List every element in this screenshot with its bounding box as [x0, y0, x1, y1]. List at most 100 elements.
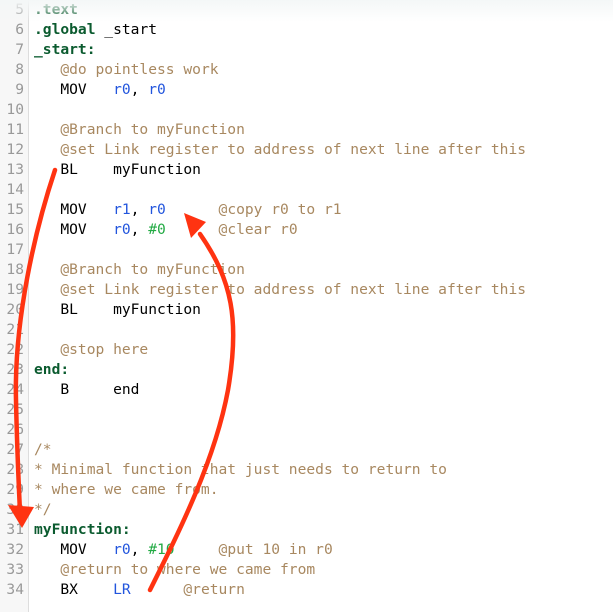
code-line[interactable]: 5 .text — [0, 0, 613, 20]
code-line[interactable]: 9 MOV r0, r0 — [0, 80, 613, 100]
code-line[interactable]: 31 myFunction: — [0, 520, 613, 540]
code-line[interactable]: 18 @Branch to myFunction — [0, 260, 613, 280]
line-number: 6 — [15, 21, 24, 38]
line-code: .text — [34, 0, 78, 20]
code-line[interactable]: 22 @stop here — [0, 340, 613, 360]
comment: @Branch to myFunction — [60, 121, 245, 138]
code-editor[interactable]: 5 .text 6 .global _start 7 _start: 8 @do point… — [0, 0, 613, 612]
line-code: @do pointless work — [34, 60, 219, 80]
comment: * Minimal function that just needs to re… — [34, 461, 447, 478]
line-number: 32 — [6, 541, 24, 558]
line-number: 31 — [6, 521, 24, 538]
line-number: 10 — [6, 101, 24, 118]
comment: @Branch to myFunction — [60, 261, 245, 278]
line-number: 28 — [6, 461, 24, 478]
immediate: #10 — [148, 541, 175, 558]
code-line[interactable]: 28 * Minimal function that just needs to … — [0, 460, 613, 480]
line-number: 33 — [6, 561, 24, 578]
line-number: 23 — [6, 361, 24, 378]
code-token: MOV — [34, 541, 114, 558]
code-token: MOV — [34, 81, 114, 98]
code-line[interactable]: 30 */ — [0, 500, 613, 520]
code-line[interactable]: 8 @do pointless work — [0, 60, 613, 80]
line-code: myFunction: — [34, 520, 131, 540]
line-code: MOV r0, r0 — [34, 80, 166, 100]
line-code: @set Link register to address of next li… — [34, 280, 526, 300]
line-number: 30 — [6, 501, 24, 518]
line-code: @Branch to myFunction — [34, 120, 245, 140]
code-line[interactable]: 34 BX LR @return — [0, 580, 613, 600]
line-code: @Branch to myFunction — [34, 260, 245, 280]
line-number: 17 — [6, 241, 24, 258]
code-line[interactable]: 6 .global _start — [0, 20, 613, 40]
line-number: 11 — [6, 121, 24, 138]
comment: @set Link register to address of next li… — [60, 141, 527, 158]
code-line[interactable]: 17 — [0, 240, 613, 260]
code-line[interactable]: 29 * where we came from. — [0, 480, 613, 500]
code-line[interactable]: 32 MOV r0, #10 @put 10 in r0 — [0, 540, 613, 560]
line-number: 7 — [15, 41, 24, 58]
code-line[interactable]: 33 @return to where we came from — [0, 560, 613, 580]
line-number: 34 — [6, 581, 24, 598]
code-token: B end — [34, 381, 140, 398]
code-line[interactable]: 11 @Branch to myFunction — [0, 120, 613, 140]
code-line[interactable]: 10 — [0, 100, 613, 120]
line-number: 5 — [15, 1, 24, 18]
code-token: , — [130, 541, 149, 558]
line-code: MOV r0, #10 @put 10 in r0 — [34, 540, 333, 560]
code-token: , — [130, 81, 149, 98]
code-line[interactable]: 21 — [0, 320, 613, 340]
line-code: .global _start — [34, 20, 157, 40]
line-number: 9 — [15, 81, 24, 98]
line-number: 15 — [6, 201, 24, 218]
comment: /* — [34, 441, 52, 458]
line-number: 12 — [6, 141, 24, 158]
comment: @stop here — [60, 341, 149, 358]
code-token: , — [130, 221, 149, 238]
line-number: 20 — [6, 301, 24, 318]
comment: @return to where we came from — [60, 561, 316, 578]
comment: @set Link register to address of next li… — [60, 281, 527, 298]
code-token: BX — [34, 581, 114, 598]
label: _start: — [34, 41, 96, 58]
code-line[interactable]: 14 — [0, 180, 613, 200]
code-line[interactable]: 13 BL myFunction — [0, 160, 613, 180]
line-number: 13 — [6, 161, 24, 178]
line-number: 19 — [6, 281, 24, 298]
code-line[interactable]: 7 _start: — [0, 40, 613, 60]
register: r0 — [113, 81, 131, 98]
line-code: _start: — [34, 40, 96, 60]
line-number: 29 — [6, 481, 24, 498]
comment: @do pointless work — [60, 61, 219, 78]
code-line[interactable]: 15 MOV r1, r0 @copy r0 to r1 — [0, 200, 613, 220]
code-line[interactable]: 23 end: — [0, 360, 613, 380]
code-token: MOV — [34, 201, 114, 218]
line-number: 16 — [6, 221, 24, 238]
code-line[interactable]: 16 MOV r0, #0 @clear r0 — [0, 220, 613, 240]
comment: @put 10 in r0 — [218, 541, 333, 558]
comment: */ — [34, 501, 52, 518]
register: r0 — [148, 81, 166, 98]
line-number: 18 — [6, 261, 24, 278]
comment: @copy r0 to r1 — [218, 201, 342, 218]
register: r1 — [113, 201, 131, 218]
line-code: MOV r1, r0 @copy r0 to r1 — [34, 200, 342, 220]
line-number: 21 — [6, 321, 24, 338]
code-line[interactable]: 27 /* — [0, 440, 613, 460]
code-line[interactable]: 24 B end — [0, 380, 613, 400]
code-line[interactable]: 26 — [0, 420, 613, 440]
directive: .text — [34, 1, 78, 18]
code-line[interactable]: 25 — [0, 400, 613, 420]
code-line[interactable]: 20 BL myFunction — [0, 300, 613, 320]
code-line[interactable]: 12 @set Link register to address of next… — [0, 140, 613, 160]
line-number: 27 — [6, 441, 24, 458]
code-line[interactable]: 19 @set Link register to address of next… — [0, 280, 613, 300]
line-number: 25 — [6, 401, 24, 418]
